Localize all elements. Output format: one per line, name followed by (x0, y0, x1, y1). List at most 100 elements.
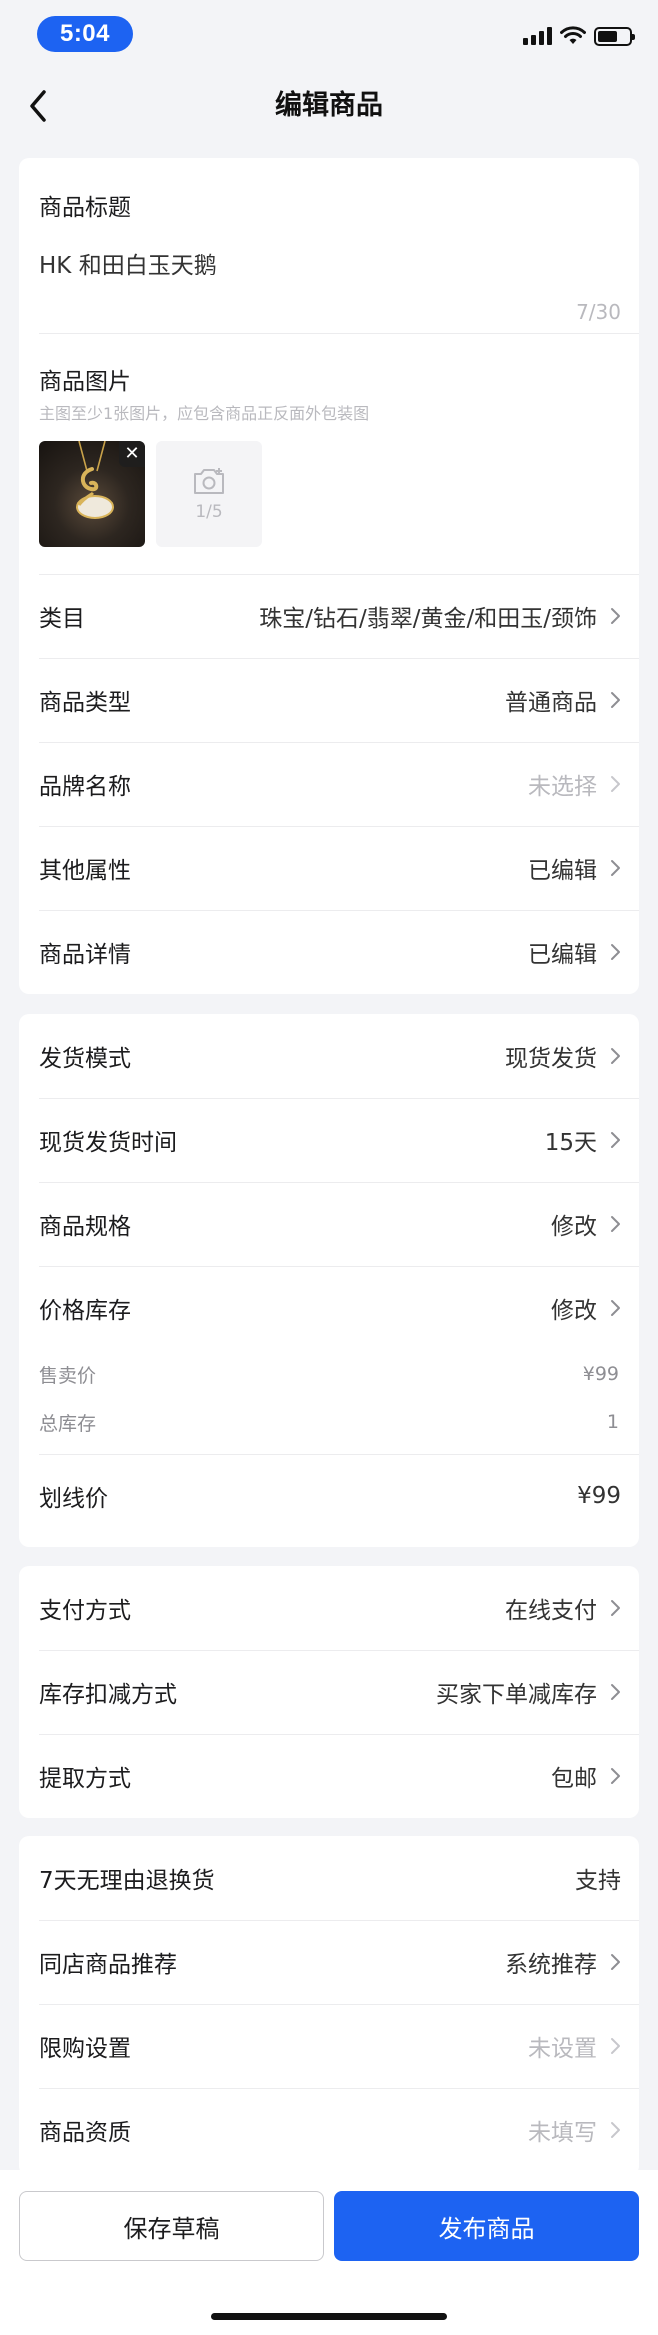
row-label: 商品类型 (39, 690, 131, 716)
row-value: 已编辑 (528, 858, 597, 884)
row-label: 商品资质 (39, 2120, 131, 2146)
row-product-spec[interactable]: 商品规格 修改 (19, 1182, 639, 1266)
chevron-right-icon (611, 1132, 620, 1148)
chevron-right-icon (611, 860, 620, 876)
title-label: 商品标题 (39, 195, 131, 221)
add-image-button[interactable]: 1/5 (156, 441, 262, 547)
row-label: 限购设置 (39, 2036, 131, 2062)
row-label: 品牌名称 (39, 774, 131, 800)
home-indicator[interactable] (211, 2313, 447, 2320)
row-label: 现货发货时间 (39, 1130, 177, 1156)
save-draft-button[interactable]: 保存草稿 (19, 2191, 324, 2261)
row-brand[interactable]: 品牌名称 未选择 (19, 742, 639, 826)
row-qualification[interactable]: 商品资质 未填写 (19, 2088, 639, 2172)
row-value: 珠宝/钻石/翡翠/黄金/和田玉/颈饰 (259, 606, 597, 632)
row-category[interactable]: 类目 珠宝/钻石/翡翠/黄金/和田玉/颈饰 (19, 574, 639, 658)
status-icons (523, 24, 635, 48)
status-bar: 5:04 (0, 0, 658, 66)
row-value: 买家下单减库存 (436, 1682, 597, 1708)
row-label: 发货模式 (39, 1046, 131, 1072)
row-same-store-recommend[interactable]: 同店商品推荐 系统推荐 (19, 1920, 639, 2004)
row-value: 支持 (575, 1868, 621, 1894)
row-label: 商品详情 (39, 942, 131, 968)
status-time: 5:04 (37, 16, 133, 52)
row-label: 价格库存 (39, 1298, 131, 1324)
chevron-right-icon (611, 1300, 620, 1316)
chevron-right-icon (611, 2038, 620, 2054)
row-value: 未选择 (528, 774, 597, 800)
publish-button[interactable]: 发布商品 (334, 2191, 639, 2261)
chevron-right-icon (611, 1684, 620, 1700)
chevron-right-icon (611, 2122, 620, 2138)
row-value: 在线支付 (505, 1598, 597, 1624)
row-product-details[interactable]: 商品详情 已编辑 (19, 910, 639, 994)
nav-bar: 编辑商品 (0, 66, 658, 146)
images-hint: 主图至少1张图片，应包含商品正反面外包装图 (39, 404, 370, 423)
basic-rows: 类目 珠宝/钻石/翡翠/黄金/和田玉/颈饰 商品类型 普通商品 品牌名称 未选择… (19, 574, 639, 994)
row-value: 系统推荐 (505, 1952, 597, 1978)
upload-count: 1/5 (195, 502, 223, 522)
row-label: 类目 (39, 606, 85, 632)
price-detail-label: 总库存 (39, 1412, 97, 1435)
signal-icon (523, 27, 552, 45)
chevron-right-icon (611, 692, 620, 708)
product-image-thumb[interactable]: ✕ (39, 441, 145, 547)
row-strike-price[interactable]: 划线价 ¥99 (19, 1454, 639, 1538)
row-value: 15天 (544, 1130, 597, 1156)
title-input[interactable]: HK 和田白玉天鹅 (39, 246, 599, 280)
row-shipping-mode[interactable]: 发货模式 现货发货 (19, 1014, 639, 1098)
row-stock-deduction[interactable]: 库存扣减方式 买家下单减库存 (19, 1650, 639, 1734)
price-detail-label: 售卖价 (39, 1364, 97, 1387)
row-shipping-time[interactable]: 现货发货时间 15天 (19, 1098, 639, 1182)
row-label: 支付方式 (39, 1598, 131, 1624)
payment-card: 支付方式 在线支付 库存扣减方式 买家下单减库存 提取方式 包邮 (19, 1566, 639, 1818)
row-payment-method[interactable]: 支付方式 在线支付 (19, 1566, 639, 1650)
chevron-right-icon (611, 1048, 620, 1064)
chevron-right-icon (611, 608, 620, 624)
row-value: 未填写 (528, 2120, 597, 2146)
row-label: 其他属性 (39, 858, 131, 884)
row-value: 修改 (551, 1214, 597, 1240)
row-pickup-method[interactable]: 提取方式 包邮 (19, 1734, 639, 1818)
remove-image-close-icon[interactable]: ✕ (119, 441, 145, 467)
row-value: ¥99 (577, 1483, 621, 1509)
chevron-right-icon (611, 1954, 620, 1970)
title-section: 商品标题 HK 和田白玉天鹅 7/30 (19, 158, 639, 334)
row-other-attributes[interactable]: 其他属性 已编辑 (19, 826, 639, 910)
price-detail-sale-price: 售卖价 ¥99 (19, 1350, 639, 1398)
bottom-action-bar: 保存草稿 发布商品 (0, 2170, 658, 2335)
row-label: 同店商品推荐 (39, 1952, 177, 1978)
row-label: 提取方式 (39, 1766, 131, 1792)
row-value: 现货发货 (505, 1046, 597, 1072)
wifi-icon (560, 26, 586, 44)
price-detail-value: ¥99 (582, 1363, 619, 1385)
price-detail-total-stock: 总库存 1 (19, 1398, 639, 1446)
row-product-type[interactable]: 商品类型 普通商品 (19, 658, 639, 742)
back-chevron-icon[interactable] (18, 86, 58, 126)
row-value: 未设置 (528, 2036, 597, 2062)
row-label: 划线价 (39, 1486, 108, 1512)
page-title: 编辑商品 (275, 90, 383, 121)
images-section: 商品图片 主图至少1张图片，应包含商品正反面外包装图 ✕ 1/5 (19, 334, 639, 574)
shipping-card: 发货模式 现货发货 现货发货时间 15天 商品规格 修改 价格库存 修改 售卖价… (19, 1014, 639, 1547)
battery-icon (594, 26, 635, 46)
chevron-right-icon (611, 776, 620, 792)
row-value: 包邮 (551, 1766, 597, 1792)
camera-add-icon (194, 468, 224, 494)
chevron-right-icon (611, 1768, 620, 1784)
chevron-right-icon (611, 1600, 620, 1616)
price-detail-value: 1 (606, 1411, 619, 1433)
row-purchase-limit[interactable]: 限购设置 未设置 (19, 2004, 639, 2088)
title-char-count: 7/30 (576, 300, 621, 324)
row-label: 商品规格 (39, 1214, 131, 1240)
chevron-right-icon (611, 944, 620, 960)
row-price-stock[interactable]: 价格库存 修改 (19, 1266, 639, 1350)
images-label: 商品图片 (39, 369, 131, 395)
row-label: 库存扣减方式 (39, 1682, 177, 1708)
row-value: 已编辑 (528, 942, 597, 968)
row-7day-return[interactable]: 7天无理由退换货 支持 (19, 1836, 639, 1920)
row-label: 7天无理由退换货 (39, 1868, 215, 1894)
basic-info-card: 商品标题 HK 和田白玉天鹅 7/30 商品图片 主图至少1张图片，应包含商品正… (19, 158, 639, 994)
row-value: 修改 (551, 1298, 597, 1324)
chevron-right-icon (611, 1216, 620, 1232)
